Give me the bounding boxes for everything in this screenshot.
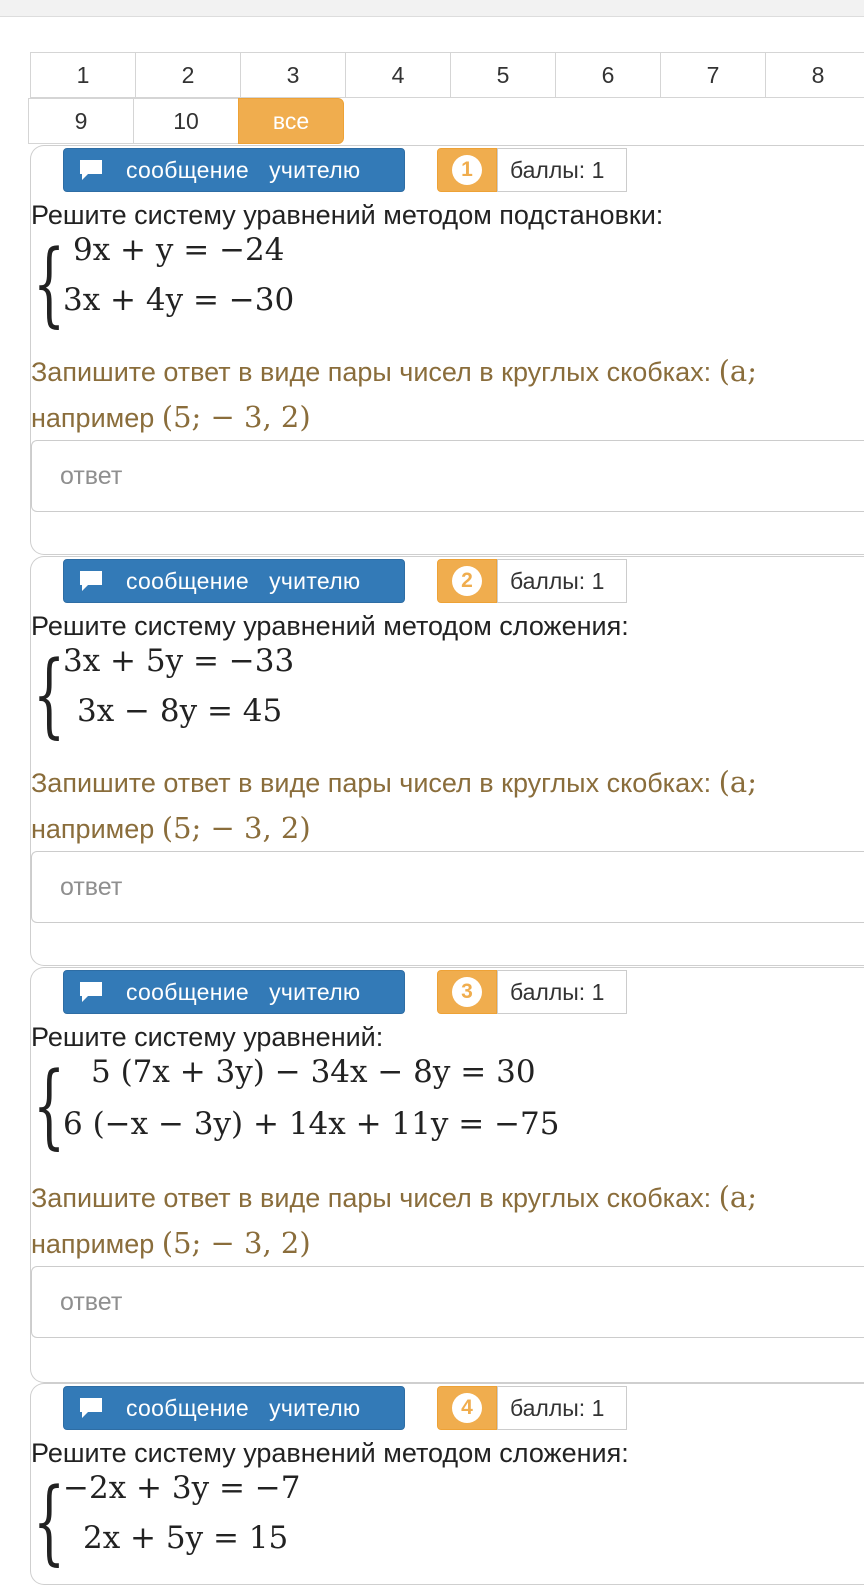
message-teacher-button[interactable]: сообщение учителю [63,559,405,603]
curly-brace-icon: { [33,230,66,337]
instruction-math: (a; [718,354,757,388]
equation-system: { 3x + 5y = −33 3x − 8y = 45 [31,641,631,749]
curly-brace-icon: { [33,1468,66,1575]
question-number: 3 [452,977,482,1007]
speech-bubble-icon [80,571,102,591]
question-number: 1 [452,155,482,185]
question-card-2: сообщение учителю 2 баллы: 1 Решите сист… [30,556,864,966]
message-teacher-button[interactable]: сообщение учителю [63,1386,405,1430]
question-score: баллы: 1 [497,970,627,1014]
message-teacher-button[interactable]: сообщение учителю [63,970,405,1014]
message-teacher-label: сообщение учителю [126,1394,361,1421]
instruction-text: Запишите ответ в виде пары чисел в кругл… [31,768,719,798]
question-prompt: Решите систему уравнений методом подстан… [31,200,664,230]
page-link-4[interactable]: 4 [345,52,451,98]
question-prompt: Решите систему уравнений: [31,1022,384,1052]
answer-input[interactable] [31,440,864,512]
page-link-6[interactable]: 6 [555,52,661,98]
question-card-1: сообщение учителю 1 баллы: 1 Решите сист… [30,145,864,555]
page-link-5[interactable]: 5 [450,52,556,98]
example-math: (5; − 3, 2) [161,1226,311,1260]
question-pagination: 1 2 3 4 5 6 7 8 9 10 все [28,52,864,144]
example-text: например [31,814,162,844]
question-number-badge: 3 [437,970,497,1014]
pagination-row-2: 9 10 все [28,98,344,144]
equation-system: { 5 (7x + 3y) − 34x − 8y = 30 6 (−x − 3y… [31,1052,631,1160]
page-link-9[interactable]: 9 [28,98,134,144]
question-score: баллы: 1 [497,559,627,603]
question-card-4: сообщение учителю 4 баллы: 1 Решите сист… [30,1383,864,1585]
question-number-badge: 4 [437,1386,497,1430]
equation-1: 9x + y = −24 [73,232,285,268]
page-link-2[interactable]: 2 [135,52,241,98]
example-text: например [31,403,162,433]
page-link-all[interactable]: все [238,98,344,144]
instruction-math: (a; [718,765,757,799]
answer-input[interactable] [31,1266,864,1338]
answer-instruction: Запишите ответ в виде пары чисел в кругл… [31,760,757,852]
message-teacher-label: сообщение учителю [126,567,361,594]
curly-brace-icon: { [33,1052,66,1159]
question-score: баллы: 1 [497,148,627,192]
speech-bubble-icon [80,982,102,1002]
instruction-math: (a; [718,1180,757,1214]
question-number: 2 [452,566,482,596]
equation-system: { −2x + 3y = −7 2x + 5y = 15 [31,1468,631,1576]
message-teacher-label: сообщение учителю [126,978,361,1005]
page-link-1[interactable]: 1 [30,52,136,98]
question-card-3: сообщение учителю 3 баллы: 1 Решите сист… [30,967,864,1383]
pagination-row-1: 1 2 3 4 5 6 7 8 [30,52,864,98]
message-teacher-button[interactable]: сообщение учителю [63,148,405,192]
equation-2: 3x + 4y = −30 [63,282,295,318]
message-teacher-label: сообщение учителю [126,156,361,183]
speech-bubble-icon [80,160,102,180]
question-number-badge: 1 [437,148,497,192]
equation-1: 3x + 5y = −33 [63,643,295,679]
speech-bubble-icon [80,1398,102,1418]
question-number-badge: 2 [437,559,497,603]
page-link-3[interactable]: 3 [240,52,346,98]
equation-1: −2x + 3y = −7 [63,1470,301,1506]
example-text: например [31,1229,162,1259]
equation-system: { 9x + y = −24 3x + 4y = −30 [31,230,631,338]
page-link-8[interactable]: 8 [765,52,864,98]
question-number: 4 [452,1393,482,1423]
equation-1: 5 (7x + 3y) − 34x − 8y = 30 [91,1054,536,1090]
instruction-text: Запишите ответ в виде пары чисел в кругл… [31,1183,719,1213]
question-prompt: Решите систему уравнений методом сложени… [31,1438,629,1468]
question-prompt: Решите систему уравнений методом сложени… [31,611,629,641]
example-math: (5; − 3, 2) [161,811,311,845]
answer-instruction: Запишите ответ в виде пары чисел в кругл… [31,349,757,441]
equation-2: 3x − 8y = 45 [77,693,283,729]
equation-2: 6 (−x − 3y) + 14x + 11y = −75 [63,1106,560,1142]
equation-2: 2x + 5y = 15 [83,1520,289,1556]
top-bar [0,0,864,17]
page-link-10[interactable]: 10 [133,98,239,144]
instruction-text: Запишите ответ в виде пары чисел в кругл… [31,357,719,387]
page-link-7[interactable]: 7 [660,52,766,98]
answer-input[interactable] [31,851,864,923]
curly-brace-icon: { [33,641,66,748]
question-score: баллы: 1 [497,1386,627,1430]
answer-instruction: Запишите ответ в виде пары чисел в кругл… [31,1175,757,1267]
example-math: (5; − 3, 2) [161,400,311,434]
